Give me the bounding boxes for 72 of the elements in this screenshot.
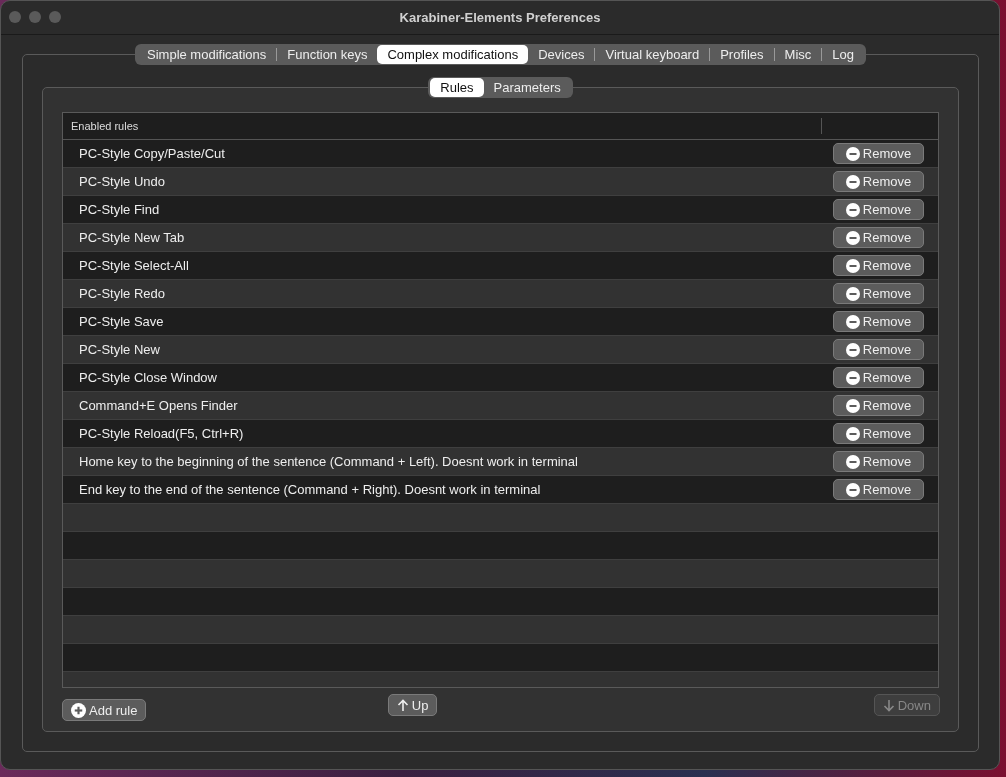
tab[interactable]: Simple modifications [137, 45, 277, 64]
rule-name: PC-Style Copy/Paste/Cut [78, 146, 226, 161]
minus-circle-icon [845, 426, 860, 441]
minus-circle-icon [845, 258, 860, 273]
tab[interactable]: Profiles [710, 45, 774, 64]
table-row[interactable]: PC-Style Select-All Remove [63, 252, 938, 280]
minus-circle-icon [845, 314, 860, 329]
rule-name: PC-Style Save [78, 314, 165, 329]
table-row[interactable]: End key to the end of the sentence (Command + Right). Doesnt work in terminal Remove [63, 476, 938, 504]
tab[interactable]: Parameters [483, 78, 571, 97]
table-row[interactable]: Command+E Opens Finder Remove [63, 392, 938, 420]
remove-button[interactable]: Remove [833, 451, 924, 472]
tab[interactable]: Devices [528, 45, 595, 64]
table-row[interactable]: PC-Style Reload(F5, Ctrl+R) Remove [63, 420, 938, 448]
minus-circle-icon [845, 342, 860, 357]
minus-circle-icon [845, 146, 860, 161]
remove-button[interactable]: Remove [833, 339, 924, 360]
tab[interactable]: Complex modifications [377, 45, 529, 64]
column-header: Enabled rules [70, 120, 140, 132]
remove-button[interactable]: Remove [833, 423, 924, 444]
minus-circle-icon [845, 174, 860, 189]
table-row[interactable]: PC-Style New Remove [63, 336, 938, 364]
add-button[interactable]: Add rule [62, 699, 147, 721]
rule-name: PC-Style Close Window [78, 370, 218, 385]
rule-name: Command+E Opens Finder [78, 398, 239, 413]
tab[interactable]: Virtual keyboard [595, 45, 710, 64]
minus-circle-icon [845, 454, 860, 469]
minus-circle-icon [845, 482, 860, 497]
zoom-button[interactable] [49, 11, 61, 23]
tab[interactable]: Misc [774, 45, 822, 64]
table-row[interactable]: PC-Style Redo Remove [63, 280, 938, 308]
minus-circle-icon [845, 202, 860, 217]
remove-button[interactable]: Remove [833, 171, 924, 192]
window-title: Karabiner-Elements Preferences [399, 10, 601, 25]
rule-name: PC-Style Select-All [78, 258, 190, 273]
remove-button[interactable]: Remove [833, 143, 924, 164]
up-button[interactable]: Up [387, 694, 438, 716]
remove-button[interactable]: Remove [833, 311, 924, 332]
rule-name: PC-Style Redo [78, 286, 166, 301]
tab[interactable]: Rules [430, 78, 484, 97]
minus-circle-icon [845, 370, 860, 385]
minimize-button[interactable] [29, 11, 41, 23]
table-row[interactable]: PC-Style Close Window Remove [63, 364, 938, 392]
remove-button[interactable]: Remove [833, 479, 924, 500]
remove-button[interactable]: Remove [833, 395, 924, 416]
rule-name: Home key to the beginning of the sentence (Command + Left). Doesnt work in terminal [78, 454, 579, 469]
remove-button[interactable]: Remove [833, 255, 924, 276]
table-row[interactable]: PC-Style New Tab Remove [63, 224, 938, 252]
arrow-down-icon [882, 698, 895, 712]
table-row[interactable]: PC-Style Undo Remove [63, 168, 938, 196]
remove-button[interactable]: Remove [833, 367, 924, 388]
tab[interactable]: Function keys [277, 45, 378, 64]
minus-circle-icon [845, 230, 860, 245]
remove-button[interactable]: Remove [833, 283, 924, 304]
rule-name: PC-Style Find [78, 202, 161, 217]
rule-name: PC-Style Reload(F5, Ctrl+R) [78, 426, 245, 441]
rule-name: PC-Style Undo [78, 174, 166, 189]
rule-name: PC-Style New Tab [78, 230, 186, 245]
close-button[interactable] [9, 11, 21, 23]
tab[interactable]: Log [822, 45, 864, 64]
table-row[interactable]: PC-Style Copy/Paste/Cut Remove [63, 140, 938, 168]
remove-button[interactable]: Remove [833, 199, 924, 220]
table-row[interactable]: PC-Style Find Remove [63, 196, 938, 224]
minus-circle-icon [845, 286, 860, 301]
plus-circle-icon [71, 702, 86, 718]
table-row[interactable]: PC-Style Save Remove [63, 308, 938, 336]
arrow-up-icon [396, 698, 409, 712]
minus-circle-icon [845, 398, 860, 413]
table-row[interactable]: Home key to the beginning of the sentence (Command + Left). Doesnt work in terminal Remove [63, 448, 938, 476]
rule-name: PC-Style New [78, 342, 161, 357]
rule-name: End key to the end of the sentence (Command + Right). Doesnt work in terminal [78, 482, 542, 497]
remove-button[interactable]: Remove [833, 227, 924, 248]
